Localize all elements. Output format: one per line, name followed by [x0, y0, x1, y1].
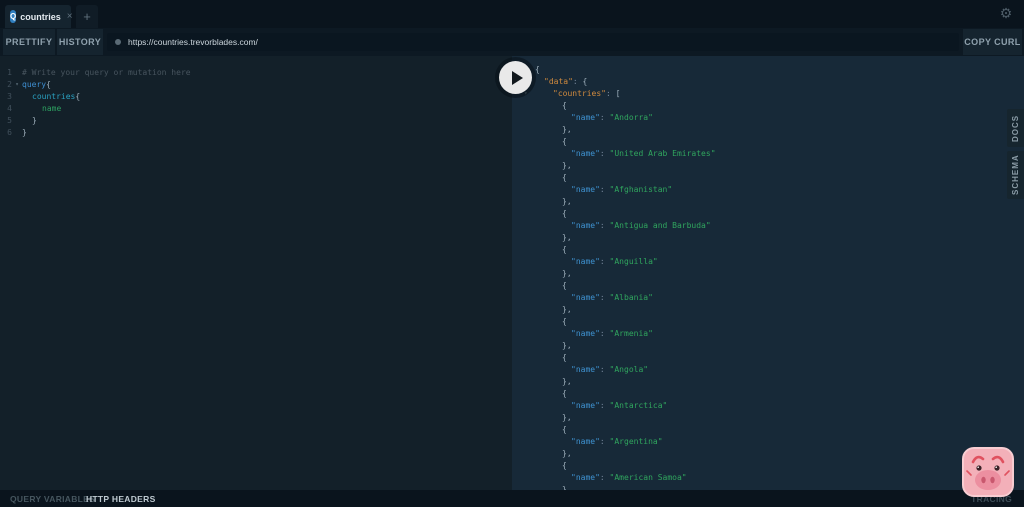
result-line: { — [562, 281, 567, 290]
result-line: }, — [562, 161, 572, 170]
tab-close-icon[interactable]: × — [67, 11, 73, 22]
query-variables-tab[interactable]: QUERY VARIABLES — [10, 490, 95, 507]
result-line: "name": "Andorra" — [571, 113, 653, 122]
result-line: ▾ "countries": [ — [524, 89, 621, 98]
tab-label: countries — [20, 11, 61, 22]
query-editor-pane[interactable]: 1 # Write your query or mutation here 2 ▾ qu… — [0, 56, 512, 490]
code-line: 3 countries{ — [7, 92, 81, 101]
result-line: }, — [562, 449, 572, 458]
execute-query-button[interactable] — [499, 61, 532, 94]
tab-bar: Q countries × + ⚙ — [0, 0, 1024, 28]
result-line: "name": "Anguilla" — [571, 257, 658, 266]
code-line: 4 name — [7, 104, 62, 113]
tab-countries[interactable]: Q countries × — [5, 5, 73, 28]
result-line: { — [562, 245, 567, 254]
schema-side-tab[interactable]: SCHEMA — [1007, 151, 1024, 199]
result-line: }, — [562, 377, 572, 386]
result-line: { — [562, 461, 567, 470]
result-line: }, — [562, 197, 572, 206]
result-line: "name": "Antigua and Barbuda" — [571, 221, 711, 230]
query-editor-lines: 1 # Write your query or mutation here 2 ▾ qu… — [0, 67, 512, 139]
bottom-bar: QUERY VARIABLES HTTP HEADERS TRACING — [0, 490, 1024, 507]
result-line: "name": "Antarctica" — [571, 401, 668, 410]
code-line: 5} — [7, 116, 37, 125]
endpoint-status-dot-icon — [115, 39, 121, 45]
result-line: { — [562, 173, 567, 182]
endpoint-url-bar — [107, 33, 959, 51]
prettify-button[interactable]: PRETTIFY — [3, 29, 55, 55]
play-icon — [511, 70, 523, 85]
code-line: 1 # Write your query or mutation here — [7, 68, 191, 77]
result-line: { — [562, 101, 567, 110]
response-pane: ▾{ ▾"data": { ▾"countries": [ { "name": "And… — [512, 56, 1024, 490]
result-line: }, — [562, 305, 572, 314]
result-line: "name": "Argentina" — [571, 437, 663, 446]
pig-sticker — [962, 447, 1014, 497]
result-line: { — [562, 353, 567, 362]
result-line: ▾"data": { — [524, 77, 588, 86]
result-line: { — [562, 317, 567, 326]
response-json-lines: ▾{ ▾"data": { ▾"countries": [ { "name": "And… — [524, 64, 1014, 490]
code-line: 6} — [7, 128, 27, 137]
toolbar: PRETTIFY HISTORY COPY CURL — [0, 28, 1024, 56]
result-line: }, — [562, 233, 572, 242]
result-line: }, — [562, 341, 572, 350]
endpoint-url-input[interactable] — [128, 37, 951, 47]
result-line: "name": "Afghanistan" — [571, 185, 673, 194]
result-line: { — [562, 209, 567, 218]
code-line: 2 ▾ query{ — [7, 80, 51, 89]
result-line: }, — [562, 269, 572, 278]
new-tab-button[interactable]: + — [76, 5, 98, 28]
result-line: "name": "Armenia" — [571, 329, 653, 338]
result-line: "name": "Albania" — [571, 293, 653, 302]
result-line: { — [562, 425, 567, 434]
query-tab-icon: Q — [10, 10, 17, 23]
docs-side-tab[interactable]: DOCS — [1007, 109, 1024, 147]
copy-curl-button[interactable]: COPY CURL — [963, 29, 1022, 55]
result-line: { — [562, 137, 567, 146]
result-line: ▾{ — [524, 65, 540, 74]
result-line: "name": "American Samoa" — [571, 473, 687, 482]
history-button[interactable]: HISTORY — [57, 29, 103, 55]
result-line: }, — [562, 125, 572, 134]
http-headers-tab[interactable]: HTTP HEADERS — [86, 490, 156, 507]
graphql-playground-window: Q countries × + ⚙ PRETTIFY HISTORY COPY … — [0, 0, 1024, 507]
settings-gear-icon[interactable]: ⚙ — [996, 3, 1016, 23]
result-line: "name": "United Arab Emirates" — [571, 149, 716, 158]
result-line: { — [562, 389, 567, 398]
result-line: }, — [562, 413, 572, 422]
result-line: "name": "Angola" — [571, 365, 649, 374]
